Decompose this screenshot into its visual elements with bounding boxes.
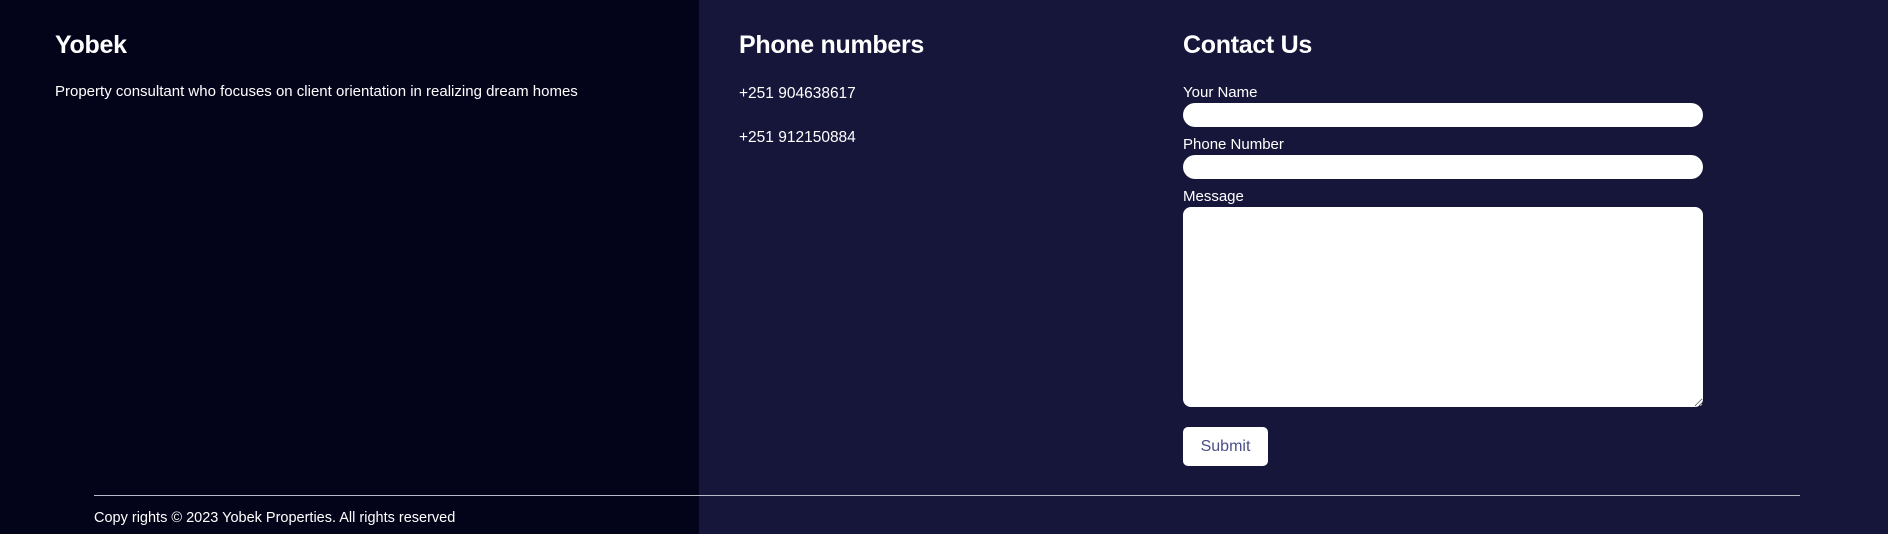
- message-field[interactable]: [1183, 207, 1703, 407]
- name-label: Your Name: [1183, 84, 1258, 101]
- phone-number-2: +251 912150884: [739, 129, 856, 146]
- copyright-text: Copy rights © 2023 Yobek Properties. All…: [94, 510, 456, 526]
- footer-divider: [94, 495, 1800, 496]
- phone-field[interactable]: [1183, 155, 1703, 179]
- name-field[interactable]: [1183, 103, 1703, 127]
- brand-panel: Yobek Property consultant who focuses on…: [0, 0, 699, 534]
- submit-button[interactable]: Submit: [1183, 427, 1268, 466]
- phone-number-1: +251 904638617: [739, 85, 856, 102]
- contact-heading: Contact Us: [1183, 31, 1312, 59]
- message-label: Message: [1183, 188, 1244, 205]
- brand-tagline: Property consultant who focuses on clien…: [55, 83, 578, 100]
- phone-numbers-heading: Phone numbers: [739, 31, 925, 59]
- phone-label: Phone Number: [1183, 136, 1284, 153]
- brand-title: Yobek: [55, 31, 127, 59]
